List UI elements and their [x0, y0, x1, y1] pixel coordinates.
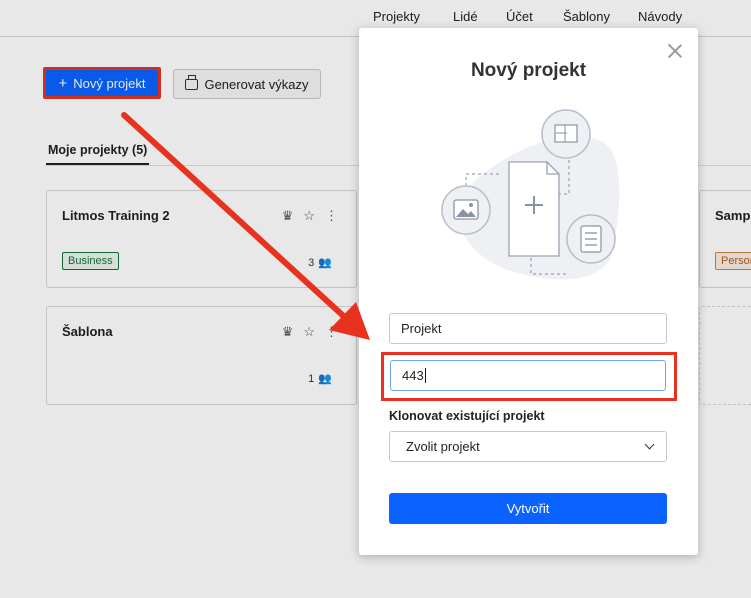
- add-project-placeholder[interactable]: [699, 306, 751, 405]
- chevron-down-icon: [644, 439, 655, 450]
- nav-sablony[interactable]: Šablony: [563, 9, 610, 24]
- generate-reports-label: Generovat výkazy: [204, 76, 309, 92]
- member-count-value: 1: [308, 372, 315, 385]
- member-count-value: 3: [308, 256, 315, 269]
- more-vertical-icon[interactable]: ⋮: [325, 208, 338, 224]
- plan-badge: Business: [62, 252, 119, 270]
- new-project-illustration-icon: [441, 109, 620, 280]
- project-card-title: Sampl: [715, 208, 751, 223]
- project-number-input[interactable]: 443: [390, 360, 666, 391]
- crown-icon[interactable]: ♛: [282, 324, 294, 340]
- create-button[interactable]: Vytvořit: [389, 493, 667, 524]
- nav-projekty[interactable]: Projekty: [373, 9, 420, 24]
- member-count: 1 👥: [308, 372, 332, 386]
- project-card[interactable]: Sampl Person: [699, 190, 751, 288]
- people-icon: 👥: [318, 257, 332, 269]
- nav-ucet[interactable]: Účet: [506, 9, 533, 24]
- dialog-title: Nový projekt: [470, 60, 587, 81]
- clone-project-select[interactable]: Zvolit projekt: [389, 431, 667, 462]
- plus-icon: +: [58, 74, 68, 92]
- generate-reports-button[interactable]: Generovat výkazy: [173, 69, 321, 99]
- more-vertical-icon[interactable]: ⋮: [325, 324, 338, 340]
- project-number-value: 443: [402, 368, 424, 383]
- nav-navody[interactable]: Návody: [638, 9, 682, 24]
- tab-my-projects[interactable]: Moje projekty (5): [46, 143, 150, 165]
- star-icon[interactable]: ☆: [303, 324, 315, 340]
- clone-project-label: Klonovat existující projekt: [389, 409, 545, 423]
- project-name-value: Projekt: [401, 321, 442, 336]
- project-card-title: Šablona: [62, 324, 113, 339]
- project-card-actions: ♛ ☆ ⋮: [282, 324, 338, 340]
- project-card-title: Litmos Training 2: [62, 208, 170, 223]
- project-card[interactable]: Litmos Training 2 ♛ ☆ ⋮ Business 3 👥: [46, 190, 357, 288]
- star-icon[interactable]: ☆: [303, 208, 315, 224]
- project-card[interactable]: Šablona ♛ ☆ ⋮ 1 👥: [46, 306, 357, 405]
- close-icon[interactable]: [668, 44, 682, 58]
- member-count: 3 👥: [308, 256, 332, 270]
- new-project-label: Nový projekt: [73, 75, 146, 91]
- text-caret: [424, 368, 426, 383]
- printer-icon: [185, 74, 199, 90]
- people-icon: 👥: [318, 373, 332, 385]
- crown-icon[interactable]: ♛: [282, 208, 294, 224]
- project-name-input[interactable]: Projekt: [389, 313, 667, 344]
- new-project-button[interactable]: + Nový projekt: [43, 67, 161, 99]
- clone-project-select-value: Zvolit projekt: [406, 439, 480, 454]
- nav-lide[interactable]: Lidé: [453, 9, 478, 24]
- project-card-actions: ♛ ☆ ⋮: [282, 208, 338, 224]
- new-project-dialog: Nový projekt Projekt 443 Klonovat existu…: [359, 28, 698, 555]
- plan-badge: Person: [715, 252, 751, 270]
